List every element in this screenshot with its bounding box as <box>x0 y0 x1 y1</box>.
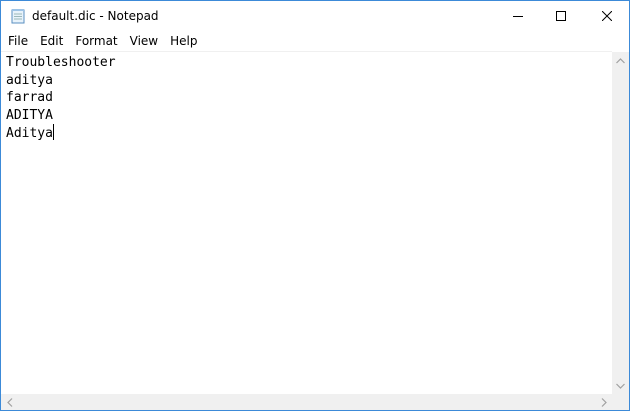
scroll-left-button[interactable] <box>1 394 18 410</box>
title-bar[interactable]: default.dic - Notepad <box>1 1 629 31</box>
text-line: aditya <box>6 72 53 88</box>
size-grip[interactable] <box>612 394 629 410</box>
close-icon <box>602 11 612 21</box>
horizontal-scrollbar[interactable] <box>1 394 612 410</box>
text-line: farrad <box>6 90 53 105</box>
close-button[interactable] <box>584 1 630 31</box>
text-editor[interactable]: Troubleshooter aditya farrad ADITYA Adit… <box>1 51 612 394</box>
scroll-right-button[interactable] <box>595 394 612 410</box>
menu-bar: File Edit Format View Help <box>1 31 629 51</box>
menu-view[interactable]: View <box>124 31 164 51</box>
maximize-button[interactable] <box>538 1 584 31</box>
scroll-up-icon <box>616 57 625 63</box>
maximize-icon <box>556 11 566 21</box>
scroll-right-icon <box>601 397 607 407</box>
text-line: ADITYA <box>6 107 53 123</box>
window-title: default.dic - Notepad <box>32 9 159 23</box>
menu-format[interactable]: Format <box>69 31 123 51</box>
scroll-down-button[interactable] <box>612 377 629 394</box>
menu-help[interactable]: Help <box>164 31 203 51</box>
scroll-up-button[interactable] <box>612 52 629 69</box>
notepad-icon[interactable] <box>11 8 25 24</box>
minimize-icon <box>513 16 523 17</box>
text-line-content: Aditya <box>6 126 53 141</box>
text-line: Troubleshooter <box>6 55 116 70</box>
notepad-window: default.dic - Notepad File Edit Format V… <box>0 0 630 411</box>
menu-edit[interactable]: Edit <box>34 31 69 51</box>
scroll-left-icon <box>6 397 12 407</box>
text-caret <box>52 124 54 140</box>
text-line-current: Aditya <box>6 124 612 142</box>
minimize-button[interactable] <box>495 1 541 31</box>
scroll-down-icon <box>616 383 625 389</box>
menu-file[interactable]: File <box>1 31 34 51</box>
vertical-scrollbar[interactable] <box>612 52 629 394</box>
